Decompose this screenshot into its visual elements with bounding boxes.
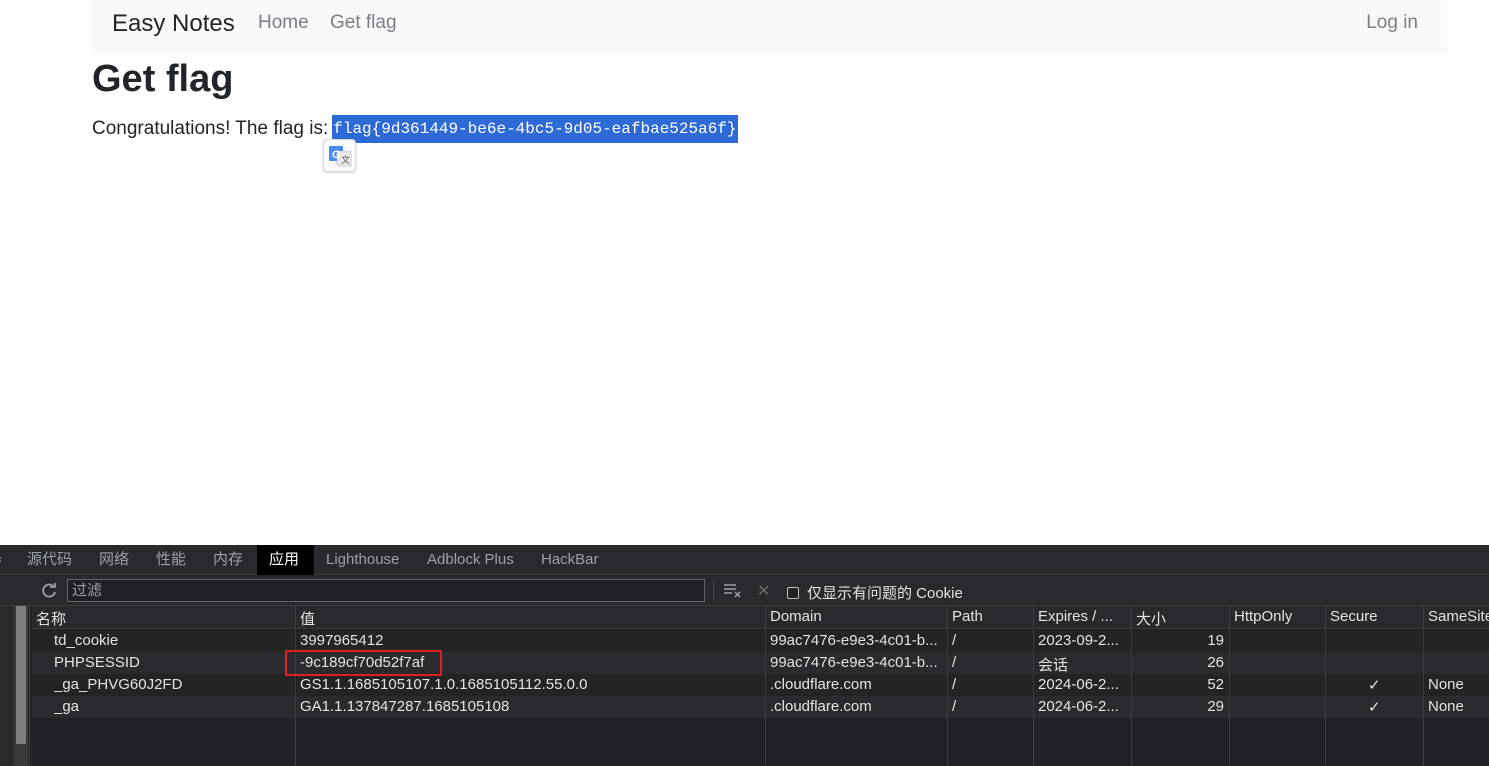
cookie-path: / <box>952 632 957 649</box>
cookie-expires: 2024-06-2... <box>1038 676 1119 693</box>
cookie-filter-input[interactable] <box>67 579 705 602</box>
cookie-value: 3997965412 <box>300 632 384 649</box>
table-row[interactable]: _ga GA1.1.137847287.1685105108 .cloudfla… <box>32 696 1489 718</box>
cookie-domain: 99ac7476-e9e3-4c01-b... <box>770 654 938 671</box>
cookie-domain: .cloudflare.com <box>770 676 872 693</box>
tab-hackbar[interactable]: HackBar <box>529 545 611 575</box>
tab-network[interactable]: 网络 <box>87 545 141 575</box>
column-divider[interactable] <box>295 606 296 766</box>
col-expires-header[interactable]: Expires / ... <box>1038 608 1113 625</box>
cookie-domain: .cloudflare.com <box>770 698 872 715</box>
col-domain-header[interactable]: Domain <box>770 608 822 625</box>
table-row[interactable]: PHPSESSID -9c189cf70d52f7af 99ac7476-e9e… <box>32 652 1489 674</box>
tab-application[interactable]: 应用 <box>257 545 314 575</box>
tab-adblock-plus[interactable]: Adblock Plus <box>415 545 526 575</box>
table-row[interactable]: _ga_PHVG60J2FD GS1.1.1685105107.1.0.1685… <box>32 674 1489 696</box>
col-httponly-header[interactable]: HttpOnly <box>1234 608 1292 625</box>
cookie-name: td_cookie <box>54 632 119 649</box>
nav-get-flag-link[interactable]: Get flag <box>330 12 397 34</box>
sidebar-scrollbar[interactable] <box>14 578 28 766</box>
cookie-size: 29 <box>1207 698 1224 715</box>
delete-selected-icon[interactable]: ✕ <box>757 581 770 601</box>
col-value-header[interactable]: 值 <box>300 608 315 629</box>
column-divider[interactable] <box>1325 606 1326 766</box>
nav-home-link[interactable]: Home <box>258 12 309 34</box>
col-name-header[interactable]: 名称 <box>36 608 66 629</box>
clear-all-icon[interactable] <box>723 582 743 600</box>
cookie-expires: 2024-06-2... <box>1038 698 1119 715</box>
devtools-panel: ‹ 源代码 网络 性能 内存 应用 Lighthouse Adblock Plu… <box>0 545 1489 766</box>
column-divider[interactable] <box>1229 606 1230 766</box>
cookie-samesite: None <box>1428 698 1464 715</box>
cookies-toolbar: ✕ 仅显示有问题的 Cookie <box>0 576 1489 606</box>
table-header: 名称 值 Domain Path Expires / ... 大小 HttpOn… <box>32 606 1489 629</box>
tab-sources[interactable]: 源代码 <box>15 545 84 575</box>
column-divider[interactable] <box>947 606 948 766</box>
cookie-value: GA1.1.137847287.1685105108 <box>300 698 510 715</box>
col-secure-header[interactable]: Secure <box>1330 608 1378 625</box>
cookie-size: 19 <box>1207 632 1224 649</box>
cookie-size: 52 <box>1207 676 1224 693</box>
cookie-path: / <box>952 698 957 715</box>
phpsessid-value-highlight <box>285 650 442 676</box>
column-divider[interactable] <box>1131 606 1132 766</box>
nav-login-link[interactable]: Log in <box>1366 12 1418 34</box>
cookies-table: 名称 值 Domain Path Expires / ... 大小 HttpOn… <box>32 606 1489 766</box>
col-samesite-header[interactable]: SameSite <box>1428 608 1489 625</box>
cookie-expires: 2023-09-2... <box>1038 632 1119 649</box>
cookie-domain: 99ac7476-e9e3-4c01-b... <box>770 632 938 649</box>
cookie-secure: ✓ <box>1368 699 1381 716</box>
svg-text:文: 文 <box>341 154 350 166</box>
column-divider[interactable] <box>1423 606 1424 766</box>
translate-popup-button[interactable]: G 文 <box>323 139 356 172</box>
cookie-name: _ga <box>54 698 80 715</box>
brand-link[interactable]: Easy Notes <box>112 10 235 38</box>
toolbar-divider <box>713 582 714 600</box>
column-divider[interactable] <box>1033 606 1034 766</box>
only-issues-label: 仅显示有问题的 Cookie <box>807 585 963 602</box>
scroll-thumb[interactable] <box>16 594 26 744</box>
tab-lighthouse[interactable]: Lighthouse <box>314 545 411 575</box>
tab-performance[interactable]: 性能 <box>144 545 198 575</box>
col-path-header[interactable]: Path <box>952 608 983 625</box>
flag-message: Congratulations! The flag is: flag{9d361… <box>92 115 738 143</box>
cookie-secure: ✓ <box>1368 677 1381 694</box>
cookie-expires: 会话 <box>1038 657 1069 674</box>
only-issues-checkbox[interactable] <box>787 586 799 599</box>
flag-value-selected[interactable]: flag{9d361449-be6e-4bc5-9d05-eafbae525a6… <box>332 115 738 143</box>
tab-memory[interactable]: 内存 <box>201 545 255 575</box>
col-size-header[interactable]: 大小 <box>1136 608 1166 629</box>
cookie-path: / <box>952 676 957 693</box>
page-title: Get flag <box>92 58 234 100</box>
svg-text:G: G <box>332 149 341 161</box>
cookie-name: _ga_PHVG60J2FD <box>54 676 183 693</box>
cookie-path: / <box>952 654 957 671</box>
table-row[interactable]: td_cookie 3997965412 99ac7476-e9e3-4c01-… <box>32 630 1489 652</box>
devtools-tabbar: ‹ 源代码 网络 性能 内存 应用 Lighthouse Adblock Plu… <box>0 545 1489 575</box>
refresh-icon[interactable] <box>40 582 58 600</box>
flag-message-text: Congratulations! The flag is: <box>92 118 329 139</box>
tabs-overflow-left-icon[interactable]: ‹ <box>0 552 2 566</box>
only-issues-toggle[interactable]: 仅显示有问题的 Cookie <box>787 582 963 603</box>
cookie-size: 26 <box>1207 654 1224 671</box>
column-divider[interactable] <box>765 606 766 766</box>
cookie-samesite: None <box>1428 676 1464 693</box>
cookie-value: GS1.1.1685105107.1.0.1685105112.55.0.0 <box>300 676 588 693</box>
navbar: Easy Notes Home Get flag Log in <box>92 0 1447 54</box>
cookie-name: PHPSESSID <box>54 654 140 671</box>
google-translate-icon: G 文 <box>329 146 352 167</box>
